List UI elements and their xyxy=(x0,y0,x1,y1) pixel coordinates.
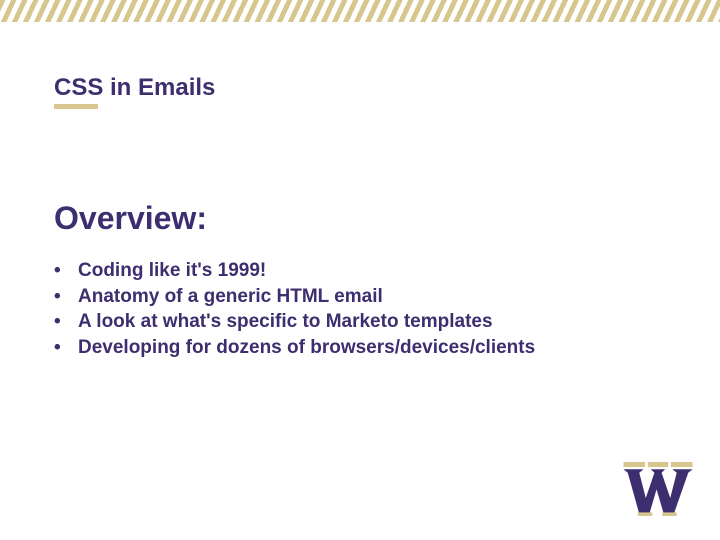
uw-w-logo xyxy=(622,462,694,516)
slide: CSS in Emails Overview: • Coding like it… xyxy=(0,0,720,540)
overview-heading: Overview: xyxy=(54,200,207,237)
bullet-dot-icon: • xyxy=(54,258,78,284)
slide-title: CSS in Emails xyxy=(54,74,215,102)
top-pattern-band xyxy=(0,0,720,22)
bullet-text: Coding like it's 1999! xyxy=(78,258,266,284)
list-item: • Anatomy of a generic HTML email xyxy=(54,284,535,310)
list-item: • Coding like it's 1999! xyxy=(54,258,535,284)
bullet-list: • Coding like it's 1999! • Anatomy of a … xyxy=(54,258,535,361)
bullet-text: A look at what's specific to Marketo tem… xyxy=(78,309,493,335)
title-underline xyxy=(54,104,98,109)
list-item: • Developing for dozens of browsers/devi… xyxy=(54,335,535,361)
bullet-text: Developing for dozens of browsers/device… xyxy=(78,335,535,361)
list-item: • A look at what's specific to Marketo t… xyxy=(54,309,535,335)
bullet-dot-icon: • xyxy=(54,335,78,361)
bullet-dot-icon: • xyxy=(54,309,78,335)
bullet-text: Anatomy of a generic HTML email xyxy=(78,284,383,310)
bullet-dot-icon: • xyxy=(54,284,78,310)
